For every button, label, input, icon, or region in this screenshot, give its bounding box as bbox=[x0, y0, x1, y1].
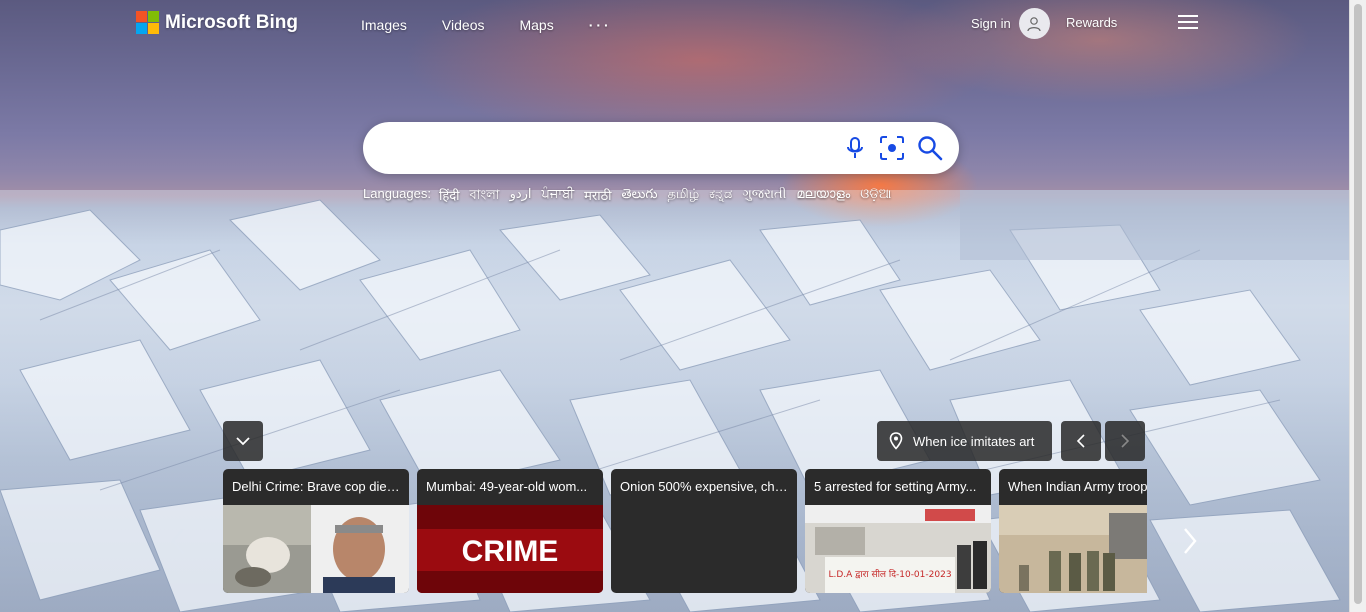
language-link[interactable]: ਪੰਜਾਬੀ bbox=[542, 186, 575, 207]
bing-logo[interactable]: Microsoft Bing bbox=[136, 11, 298, 34]
location-pin-icon bbox=[889, 432, 903, 450]
chevron-down-icon bbox=[236, 437, 250, 446]
expand-feed-button[interactable] bbox=[223, 421, 263, 461]
language-link[interactable]: বাংলা bbox=[470, 186, 500, 207]
news-carousel: Delhi Crime: Brave cop dies... Mumbai: 4… bbox=[223, 469, 1147, 593]
search-box bbox=[363, 122, 959, 174]
news-card-image bbox=[223, 505, 409, 593]
language-link[interactable]: తెలుగు bbox=[622, 186, 658, 207]
chevron-left-icon bbox=[171, 528, 184, 554]
top-nav: Images Videos Maps ··· bbox=[361, 17, 612, 33]
news-card-image: L.D.A द्वारा सील दि-10-01-2023 bbox=[805, 505, 991, 593]
nav-maps[interactable]: Maps bbox=[519, 17, 553, 33]
news-card[interactable]: 5 arrested for setting Army... L.D.A द्व… bbox=[805, 469, 991, 593]
logo-square-green bbox=[148, 11, 159, 22]
news-card-image bbox=[999, 505, 1147, 593]
chevron-left-icon bbox=[1076, 434, 1085, 448]
banner-text: L.D.A द्वारा सील दि-10-01-2023 bbox=[828, 568, 951, 580]
sign-in-label: Sign in bbox=[971, 16, 1011, 31]
news-card-title: Onion 500% expensive, chi... bbox=[620, 479, 789, 494]
hamburger-icon[interactable] bbox=[1178, 15, 1198, 29]
news-card[interactable]: Onion 500% expensive, chi... bbox=[611, 469, 797, 593]
language-link[interactable]: தமிழ் bbox=[667, 186, 699, 207]
rewards-link[interactable]: Rewards bbox=[1066, 15, 1117, 30]
avatar bbox=[1018, 8, 1050, 39]
carousel-next-button[interactable] bbox=[1176, 523, 1204, 559]
news-card-image: CRIME bbox=[417, 505, 603, 593]
language-link[interactable]: हिंदी bbox=[439, 186, 460, 207]
logo-square-yellow bbox=[148, 23, 159, 34]
news-card-title: When Indian Army troop bbox=[1008, 479, 1147, 494]
news-card[interactable]: When Indian Army troop bbox=[999, 469, 1147, 593]
language-link[interactable]: ଓଡ଼ିଆ bbox=[860, 186, 891, 207]
news-card-title: Delhi Crime: Brave cop dies... bbox=[232, 479, 404, 494]
language-link[interactable]: اردو bbox=[510, 186, 532, 207]
chevron-right-icon bbox=[1184, 528, 1197, 554]
image-info-button[interactable]: When ice imitates art bbox=[877, 421, 1053, 461]
search-input[interactable] bbox=[379, 134, 823, 164]
page-scrollbar[interactable] bbox=[1349, 0, 1366, 612]
language-link[interactable]: ગુજરાતી bbox=[742, 186, 786, 207]
scrollbar-thumb[interactable] bbox=[1354, 4, 1362, 604]
language-link[interactable]: മലയാളം bbox=[796, 186, 850, 207]
search-icon[interactable] bbox=[917, 135, 943, 161]
news-card-title: Mumbai: 49-year-old wom... bbox=[426, 479, 588, 494]
microsoft-logo-icon bbox=[136, 11, 159, 34]
logo-square-red bbox=[136, 11, 147, 22]
chevron-right-icon bbox=[1121, 434, 1130, 448]
news-card[interactable]: Delhi Crime: Brave cop dies... bbox=[223, 469, 409, 593]
image-title: When ice imitates art bbox=[913, 433, 1035, 449]
visual-search-icon[interactable] bbox=[879, 135, 905, 161]
carousel-previous-button[interactable] bbox=[164, 523, 192, 559]
bing-homepage: Microsoft Bing Images Videos Maps ··· Si… bbox=[0, 0, 1366, 612]
next-image-button[interactable] bbox=[1105, 421, 1145, 461]
language-link[interactable]: ಕನ್ನಡ bbox=[709, 186, 732, 207]
user-icon bbox=[1027, 16, 1041, 31]
microphone-icon[interactable] bbox=[842, 135, 868, 161]
logo-text: Microsoft Bing bbox=[165, 11, 298, 33]
logo-square-blue bbox=[136, 23, 147, 34]
news-card-title: 5 arrested for setting Army... bbox=[814, 479, 977, 494]
sign-in-button[interactable]: Sign in bbox=[971, 8, 1050, 39]
news-card[interactable]: Mumbai: 49-year-old wom... CRIME bbox=[417, 469, 603, 593]
crime-text: CRIME bbox=[462, 535, 559, 568]
nav-videos[interactable]: Videos bbox=[442, 17, 485, 33]
languages-label: Languages: bbox=[363, 186, 431, 201]
nav-images[interactable]: Images bbox=[361, 17, 407, 33]
languages-bar: Languages: हिंदी বাংলা اردو ਪੰਜਾਬੀ मराठी… bbox=[363, 186, 891, 207]
previous-image-button[interactable] bbox=[1061, 421, 1101, 461]
language-link[interactable]: मराठी bbox=[584, 186, 611, 207]
nav-more-button[interactable]: ··· bbox=[589, 17, 612, 33]
